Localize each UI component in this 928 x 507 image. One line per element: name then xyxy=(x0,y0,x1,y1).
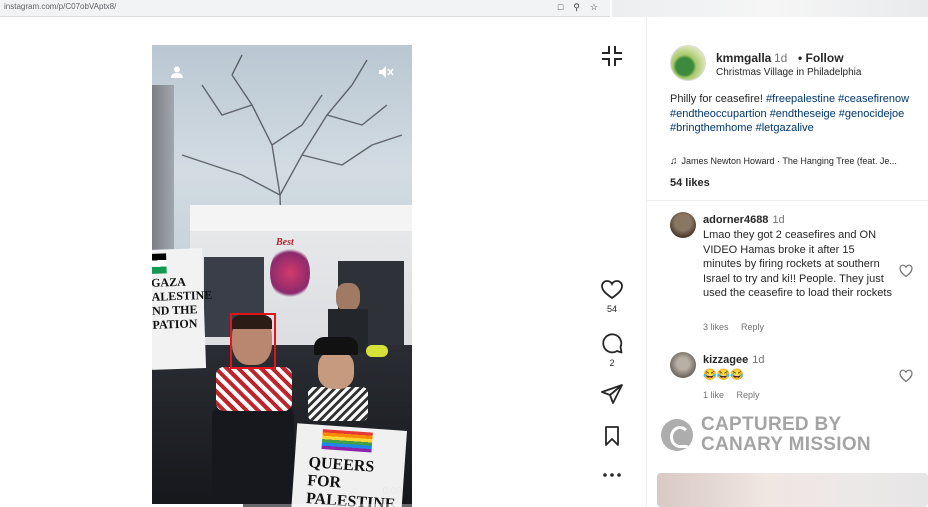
comment-meta: 3 likes Reply xyxy=(703,322,774,332)
comment-icon[interactable] xyxy=(601,332,623,354)
address-bar[interactable]: instagram.com/p/C07obVAptx8/ □ ⚲ ☆ xyxy=(0,0,610,17)
section-divider xyxy=(647,200,928,201)
post-header: kmmgalla 1d • Follow Christmas Village i… xyxy=(670,45,926,85)
mute-icon[interactable] xyxy=(378,65,396,81)
comment-likes[interactable]: 1 like xyxy=(703,390,724,400)
person-with-cap xyxy=(304,337,374,437)
comment-item: adorner4688 1d Lmao they got 2 ceasefires… xyxy=(670,212,920,342)
follow-button[interactable]: • Follow xyxy=(798,51,844,65)
caption-text: Philly for ceasefire! xyxy=(670,93,766,105)
comment-like-heart-icon[interactable] xyxy=(899,369,913,383)
share-action[interactable] xyxy=(592,384,632,404)
post-caption: Philly for ceasefire! #freepalestine #ce… xyxy=(670,92,920,136)
like-action[interactable]: 54 xyxy=(592,280,632,314)
comment-time: 1d xyxy=(772,214,785,226)
comment-count: 2 xyxy=(609,358,615,368)
comment-likes[interactable]: 3 likes xyxy=(703,322,729,332)
protest-sign-left-text: GAZA ALESTINE ND THE PATION xyxy=(152,274,213,332)
more-options-icon[interactable] xyxy=(602,472,622,478)
video-timestamp: 0:09 xyxy=(382,486,402,497)
url-text[interactable]: instagram.com/p/C07obVAptx8/ xyxy=(4,2,116,11)
comment-like-heart-icon[interactable] xyxy=(899,264,913,278)
star-icon[interactable]: ☆ xyxy=(590,2,598,13)
collapse-icon[interactable] xyxy=(600,44,624,68)
watermark-text: CAPTURED BY CANARY MISSION xyxy=(701,414,871,455)
comment-item: kizzagee 1d 😂😂😂 1 like Reply xyxy=(670,352,920,412)
avatar[interactable] xyxy=(670,45,706,81)
reply-button[interactable]: Reply xyxy=(737,390,760,400)
music-note-icon: ♫ xyxy=(670,156,678,167)
zoom-icon[interactable]: ⚲ xyxy=(573,2,580,13)
comment-text: 😂😂😂 xyxy=(703,369,745,381)
audio-track-name[interactable]: James Newton Howard · The Hanging Tree (… xyxy=(682,156,897,166)
post-location[interactable]: Christmas Village in Philadelphia xyxy=(716,67,861,78)
like-count: 54 xyxy=(606,304,617,314)
building-left xyxy=(152,85,174,255)
comment-time: 1d xyxy=(752,354,765,366)
browser-toolbar-blurred xyxy=(612,0,928,17)
comment-input-blurred xyxy=(657,473,928,507)
bookmark-icon[interactable] xyxy=(603,426,621,446)
send-icon[interactable] xyxy=(601,384,623,404)
face-highlight-box xyxy=(230,313,276,369)
likes-count[interactable]: 54 likes xyxy=(670,177,710,189)
protest-sign-left: GAZA ALESTINE ND THE PATION xyxy=(152,248,212,370)
tagged-user-icon[interactable] xyxy=(170,65,186,81)
avatar[interactable] xyxy=(670,352,696,378)
comment-text: Lmao they got 2 ceasefires and ON VIDEO … xyxy=(703,229,892,300)
post-time[interactable]: 1d xyxy=(774,51,787,65)
comment-meta: 1 like Reply xyxy=(703,390,770,400)
post-video[interactable]: Best GAZA ALESTINE ND THE PATION QUEERS … xyxy=(152,45,412,507)
reply-button[interactable]: Reply xyxy=(741,322,764,332)
post-side-panel: kmmgalla 1d • Follow Christmas Village i… xyxy=(647,17,928,507)
more-action[interactable] xyxy=(592,472,632,478)
address-bar-icons: □ ⚲ ☆ xyxy=(558,2,598,13)
flag-icon xyxy=(152,253,167,274)
avatar[interactable] xyxy=(670,212,696,238)
share-icon[interactable]: □ xyxy=(558,2,563,13)
comment-username[interactable]: adorner4688 1d xyxy=(703,214,785,226)
canary-bird-icon xyxy=(661,419,693,451)
truck-logo xyxy=(270,245,310,301)
canary-mission-watermark: CAPTURED BY CANARY MISSION xyxy=(661,413,891,457)
pride-flag-icon xyxy=(321,429,373,453)
heart-icon[interactable] xyxy=(601,280,623,300)
audio-track[interactable]: ♫ James Newton Howard · The Hanging Tree … xyxy=(670,156,920,167)
save-action[interactable] xyxy=(592,426,632,446)
comment-username[interactable]: kizzagee 1d xyxy=(703,354,765,366)
protest-sign-right-text: QUEERS FOR PALESTINE xyxy=(305,454,396,507)
owner-username[interactable]: kmmgalla xyxy=(716,51,771,65)
comment-action[interactable]: 2 xyxy=(592,332,632,368)
